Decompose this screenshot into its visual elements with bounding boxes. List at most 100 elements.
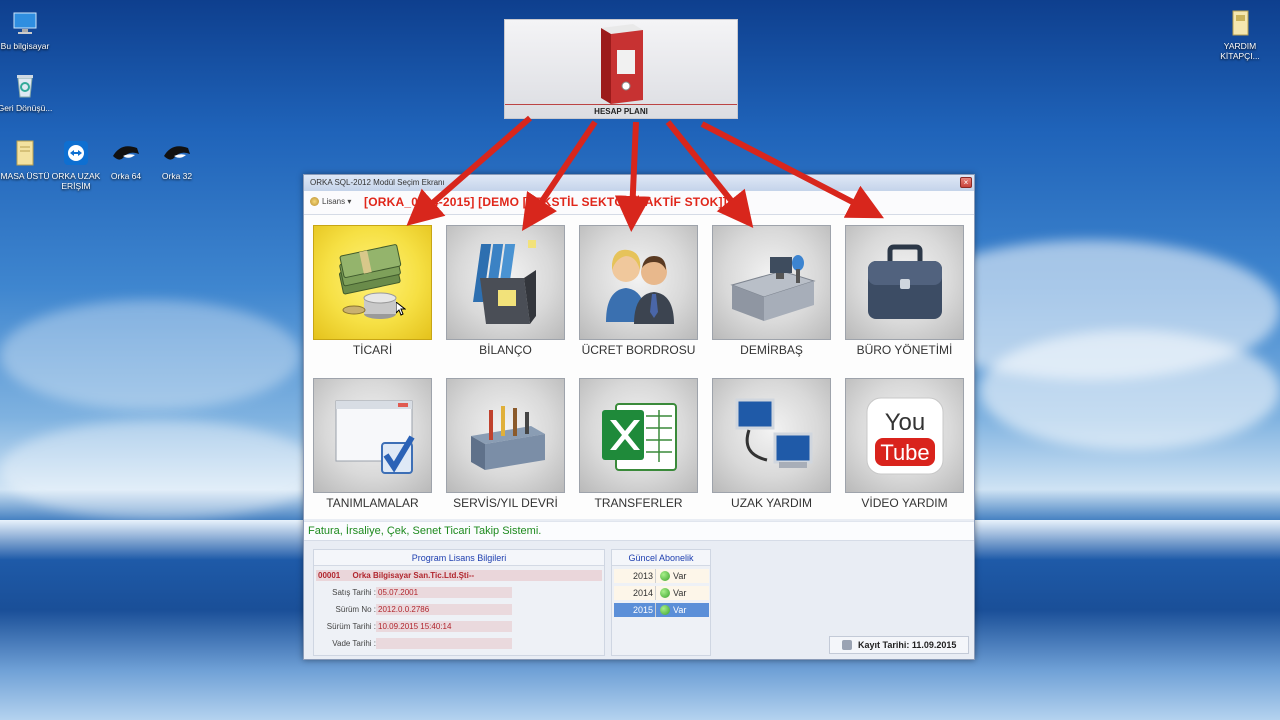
subscription-row[interactable]: 2014 Var: [614, 586, 709, 600]
cloud: [980, 330, 1280, 450]
document-icon: [1225, 8, 1255, 38]
lisans-menu[interactable]: Lisans ▾: [310, 197, 351, 206]
registration-date: Kayıt Tarihi: 11.09.2015: [829, 636, 969, 654]
subscription-status: Var: [673, 605, 687, 615]
briefcase-icon: [867, 244, 942, 319]
desktop-icon-masa-ustu[interactable]: MASA ÜSTÜ: [0, 138, 53, 181]
module-label: DEMİRBAŞ: [740, 343, 803, 357]
module-transferler[interactable]: TRANSFERLER: [579, 378, 698, 510]
key-icon: [310, 197, 319, 206]
module-uzak-yardim[interactable]: UZAK YARDIM: [712, 378, 831, 510]
lisans-label: Lisans ▾: [322, 197, 352, 206]
module-label: ÜCRET BORDROSU: [581, 343, 696, 357]
license-panel: Program Lisans Bilgileri 00001 Orka Bilg…: [313, 549, 605, 656]
desktop-icon-label: YARDIM KİTAPÇI...: [1220, 41, 1260, 61]
status-line: Fatura, İrsaliye, Çek, Senet Ticari Taki…: [304, 521, 974, 541]
youtube-icon: You Tube: [866, 397, 943, 474]
status-ok-icon: [660, 605, 670, 615]
monitor-icon: [10, 8, 40, 38]
version-label: Sürüm No :: [335, 605, 376, 614]
sales-date-label: Satış Tarihi :: [332, 588, 376, 597]
subscription-status: Var: [673, 571, 687, 581]
module-buro-yonetimi[interactable]: BÜRO YÖNETİMİ: [845, 225, 964, 357]
hesap-plani-label: HESAP PLANI: [505, 104, 737, 118]
desktop-icon-label: ORKA UZAK ERİŞİM: [51, 171, 101, 191]
desktop-icon-label: MASA ÜSTÜ: [0, 171, 50, 181]
version-date-label: Sürüm Tarihi :: [326, 622, 376, 631]
cloud: [0, 300, 300, 410]
subscription-panel: Güncel Abonelik 2013 Var 2014 Var 2015 V…: [611, 549, 711, 656]
window-title: ORKA SQL-2012 Modül Seçim Ekranı: [310, 178, 445, 187]
module-label: TRANSFERLER: [594, 496, 683, 510]
subscription-panel-title: Güncel Abonelik: [612, 550, 710, 566]
hesap-plani-tile[interactable]: HESAP PLANI: [504, 19, 738, 119]
mouse-cursor-icon: [396, 302, 406, 316]
version-date-value: 10.09.2015 15:40:14: [376, 621, 512, 632]
module-tanimlamalar[interactable]: TANIMLAMALAR: [313, 378, 432, 510]
desktop-icon-orka-32[interactable]: Orka 32: [149, 138, 205, 181]
module-selection-window: ORKA SQL-2012 Modül Seçim Ekranı × Lisan…: [303, 174, 975, 660]
due-date-label: Vade Tarihi :: [332, 639, 376, 648]
subscription-status: Var: [673, 588, 687, 598]
sales-date-value: 05.07.2001: [376, 587, 512, 598]
svg-text:Tube: Tube: [880, 440, 929, 465]
folder-icon: [10, 138, 40, 168]
close-button[interactable]: ×: [960, 177, 972, 188]
module-label: VİDEO YARDIM: [861, 496, 948, 510]
window-toolbar: Lisans ▾ [ORKA_0504-2015] [DEMO [TEKSTİL…: [304, 191, 974, 215]
module-label: TANIMLAMALAR: [326, 496, 419, 510]
desktop-icon-label: Geri Dönüşü...: [0, 103, 53, 113]
module-video-yardim[interactable]: You Tube VİDEO YARDIM: [845, 378, 964, 510]
orca-icon: [111, 138, 141, 168]
license-panel-title: Program Lisans Bilgileri: [314, 550, 604, 566]
binder-icon: [601, 24, 643, 104]
module-grid: TİCARİ BİLANÇO ÜCRET BORDROSU DEMİRBAŞ B…: [304, 215, 974, 519]
file-holder-icon: [472, 239, 536, 324]
subscription-row-selected[interactable]: 2015 Var: [614, 603, 709, 617]
subscription-year: 2013: [614, 569, 656, 583]
toolbox-icon: [470, 405, 545, 470]
teamviewer-icon: [61, 138, 91, 168]
module-ucret-bordrosu[interactable]: ÜCRET BORDROSU: [579, 225, 698, 357]
recycle-bin-icon: [10, 70, 40, 100]
desktop-icon-label: Orka 64: [110, 171, 142, 181]
module-label: UZAK YARDIM: [731, 496, 812, 510]
remote-computers-icon: [735, 398, 812, 468]
module-label: BİLANÇO: [479, 343, 532, 357]
module-ticari[interactable]: TİCARİ: [313, 225, 432, 357]
module-servis-yil-devri[interactable]: SERVİS/YIL DEVRİ: [446, 378, 565, 510]
module-demirbas[interactable]: DEMİRBAŞ: [712, 225, 831, 357]
people-icon: [605, 249, 674, 324]
desktop-icon-this-pc[interactable]: Bu bilgisayar: [0, 8, 53, 51]
license-code: 00001: [318, 571, 341, 580]
desktop-icon-recycle-bin[interactable]: Geri Dönüşü...: [0, 70, 53, 113]
due-date-value: [376, 638, 512, 649]
window-titlebar[interactable]: ORKA SQL-2012 Modül Seçim Ekranı ×: [304, 175, 974, 191]
orca-icon: [162, 138, 192, 168]
license-company-row: 00001 Orka Bilgisayar San.Tic.Ltd.Şti--: [316, 570, 602, 581]
desktop-icon-label: Orka 32: [161, 171, 193, 181]
desk-icon: [729, 254, 816, 321]
module-label: SERVİS/YIL DEVRİ: [453, 496, 558, 510]
company-heading: [ORKA_0504-2015] [DEMO [TEKSTİL SEKTÖRÜ …: [364, 195, 727, 209]
module-label: TİCARİ: [352, 343, 393, 357]
window-check-icon: [335, 400, 415, 474]
subscription-year: 2015: [614, 603, 656, 617]
version-value: 2012.0.0.2786: [376, 604, 512, 615]
registration-icon: [842, 640, 852, 650]
license-company: Orka Bilgisayar San.Tic.Ltd.Şti--: [352, 571, 475, 580]
desktop-icon-label: Bu bilgisayar: [0, 41, 50, 51]
subscription-row[interactable]: 2013 Var: [614, 569, 709, 583]
subscription-year: 2014: [614, 586, 656, 600]
registration-date-label: Kayıt Tarihi: 11.09.2015: [858, 640, 957, 650]
module-label: BÜRO YÖNETİMİ: [856, 343, 953, 357]
desktop-icon-orka-uzak[interactable]: ORKA UZAK ERİŞİM: [48, 138, 104, 191]
status-ok-icon: [660, 588, 670, 598]
cloud: [0, 420, 320, 520]
desktop-icon-yardim[interactable]: YARDIM KİTAPÇI...: [1212, 8, 1268, 61]
module-bilanco[interactable]: BİLANÇO: [446, 225, 565, 357]
excel-icon: [601, 402, 677, 471]
status-ok-icon: [660, 571, 670, 581]
svg-text:You: You: [884, 409, 925, 436]
desktop-icon-orka-64[interactable]: Orka 64: [98, 138, 154, 181]
